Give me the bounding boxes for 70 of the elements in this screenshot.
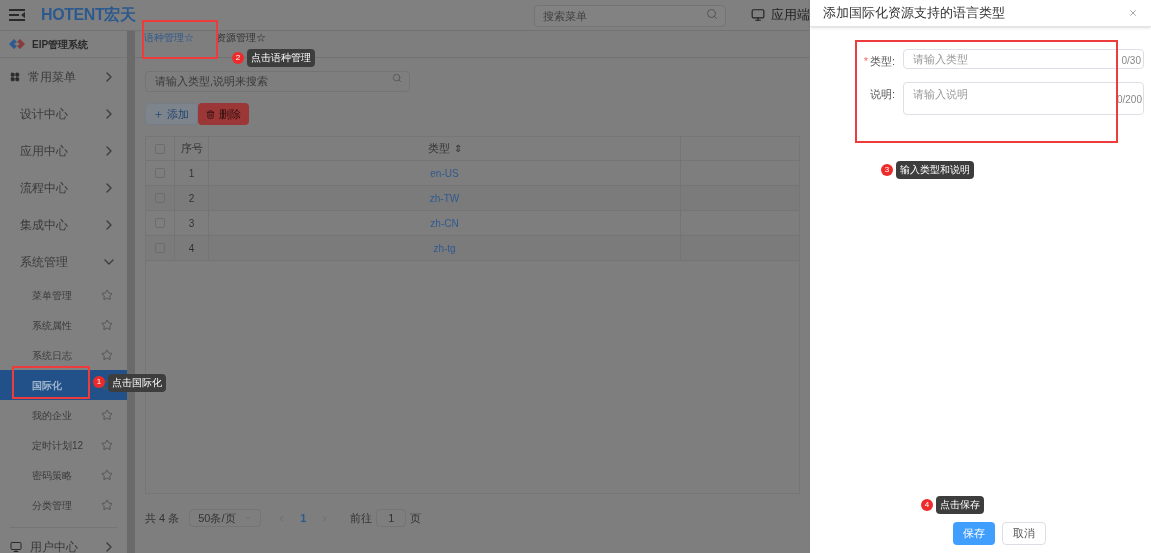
- sidebar-menu-item[interactable]: 常用菜单: [0, 58, 127, 95]
- table-row[interactable]: 4 zh-tg: [146, 236, 799, 261]
- callout-tooltip: 点击保存: [936, 496, 984, 514]
- sidebar-submenu-item[interactable]: 密码策略: [0, 460, 127, 490]
- callout-tooltip: 点击国际化: [108, 374, 166, 392]
- search-icon: [392, 73, 402, 83]
- grid-icon: [10, 71, 20, 82]
- field-label: 说明:: [869, 86, 895, 102]
- field-label: * 类型:: [863, 54, 895, 69]
- total-count: 共 4 条: [145, 510, 180, 526]
- sidebar-submenu-item[interactable]: 定时计划12: [0, 430, 127, 460]
- sidebar-menu-item[interactable]: 设计中心: [0, 95, 127, 132]
- sidebar-menu-item[interactable]: 用户中心: [0, 528, 127, 553]
- sort-icon[interactable]: ⇕: [453, 143, 462, 154]
- menu-label: 定时计划12: [32, 438, 84, 453]
- drawer-title: 添加国际化资源支持的语言类型: [823, 4, 1005, 23]
- system-title: EIP管理系统: [32, 37, 89, 52]
- sidebar-submenu-item[interactable]: 系统属性: [0, 310, 127, 340]
- close-icon[interactable]: [1128, 8, 1138, 18]
- goto-label: 前往: [350, 510, 373, 526]
- sidebar-menu-item[interactable]: 流程中心: [0, 169, 127, 206]
- menu-label: 流程中心: [20, 179, 68, 197]
- page-size-select[interactable]: 50条/页: [189, 509, 262, 527]
- sidebar-menu-item[interactable]: 集成中心: [0, 206, 127, 243]
- column-header[interactable]: 类型: [427, 140, 450, 157]
- menu-label: 我的企业: [32, 408, 72, 423]
- menu-icon[interactable]: [9, 8, 25, 22]
- app-link[interactable]: 应用端: [771, 5, 810, 25]
- goto-page-field[interactable]: 1: [376, 509, 407, 527]
- column-header: 序号: [180, 141, 203, 157]
- page-number[interactable]: 1: [300, 509, 307, 527]
- sidebar-submenu-item[interactable]: 我的企业: [0, 400, 127, 430]
- type-link[interactable]: zh-tg: [433, 240, 456, 256]
- tab[interactable]: 语种管理☆: [144, 30, 194, 57]
- trash-icon: [206, 109, 215, 119]
- sidebar-menu-item[interactable]: 系统管理: [0, 243, 127, 280]
- menu-label: 应用中心: [20, 142, 68, 160]
- search-icon: [706, 8, 718, 20]
- plus-icon: [154, 109, 163, 119]
- menu-label: 系统管理: [20, 253, 68, 271]
- menu-label: 集成中心: [20, 216, 68, 234]
- delete-button[interactable]: 删除: [198, 103, 249, 125]
- row-number: 3: [188, 216, 195, 231]
- type-link[interactable]: zh-CN: [430, 215, 459, 231]
- cancel-button[interactable]: 取消: [1001, 522, 1046, 545]
- menu-label: 用户中心: [30, 538, 78, 553]
- menu-label: 常用菜单: [28, 68, 76, 86]
- callout-tooltip: 输入类型和说明: [896, 161, 974, 179]
- callout-tooltip: 点击语种管理: [247, 49, 315, 67]
- menu-label: 密码策略: [32, 468, 72, 483]
- table-row[interactable]: 2 zh-TW: [146, 186, 799, 211]
- row-number: 1: [188, 166, 195, 181]
- type-link[interactable]: zh-TW: [429, 190, 460, 206]
- logo: HOTENT宏天: [41, 7, 136, 23]
- save-button[interactable]: 保存: [952, 522, 995, 545]
- sidebar-menu-item[interactable]: 应用中心: [0, 132, 127, 169]
- search-field[interactable]: 请输入类型,说明来搜索: [145, 70, 410, 92]
- character-counter: 0/30: [1121, 54, 1141, 68]
- add-button[interactable]: 添加: [145, 103, 198, 125]
- row-number: 4: [188, 241, 195, 256]
- page-unit: 页: [410, 510, 422, 526]
- menu-label: 国际化: [32, 378, 62, 393]
- row-number: 2: [188, 191, 195, 206]
- menu-label: 设计中心: [20, 105, 68, 123]
- logo-icon: [9, 39, 25, 49]
- monitor-icon: [751, 8, 765, 22]
- menu-label: 系统属性: [32, 318, 72, 333]
- menu-search-field[interactable]: 搜索菜单: [534, 5, 726, 27]
- monitor-icon: [10, 540, 22, 553]
- type-link[interactable]: en-US: [430, 165, 459, 181]
